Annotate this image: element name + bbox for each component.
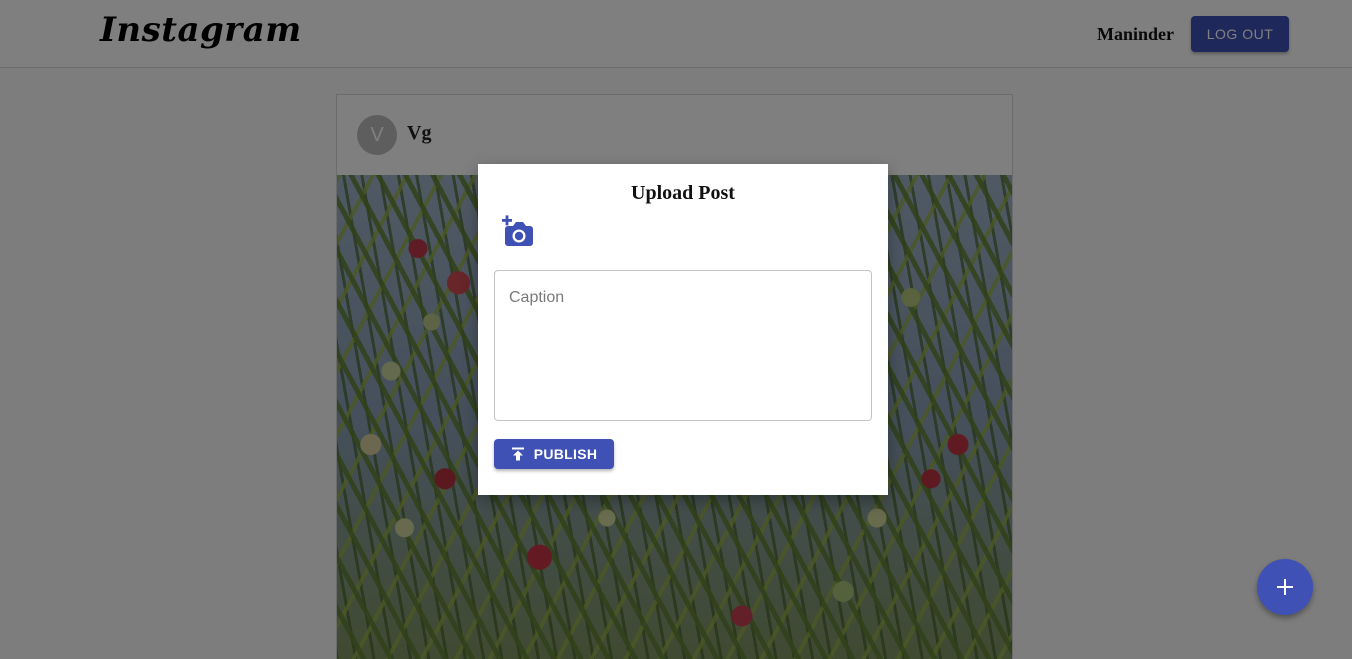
publish-label: PUBLISH bbox=[533, 446, 598, 462]
add-a-photo-icon[interactable] bbox=[501, 215, 535, 247]
page: Instagram Maninder LOG OUT V Vg Upload P… bbox=[0, 0, 1352, 659]
modal-title: Upload Post bbox=[631, 182, 735, 204]
plus-icon bbox=[1277, 579, 1293, 595]
add-post-fab[interactable] bbox=[1257, 559, 1313, 615]
publish-button[interactable]: PUBLISH bbox=[494, 439, 614, 469]
caption-input[interactable] bbox=[494, 270, 872, 421]
publish-icon bbox=[511, 447, 524, 461]
upload-post-modal: Upload Post PUBLISH bbox=[478, 164, 888, 495]
